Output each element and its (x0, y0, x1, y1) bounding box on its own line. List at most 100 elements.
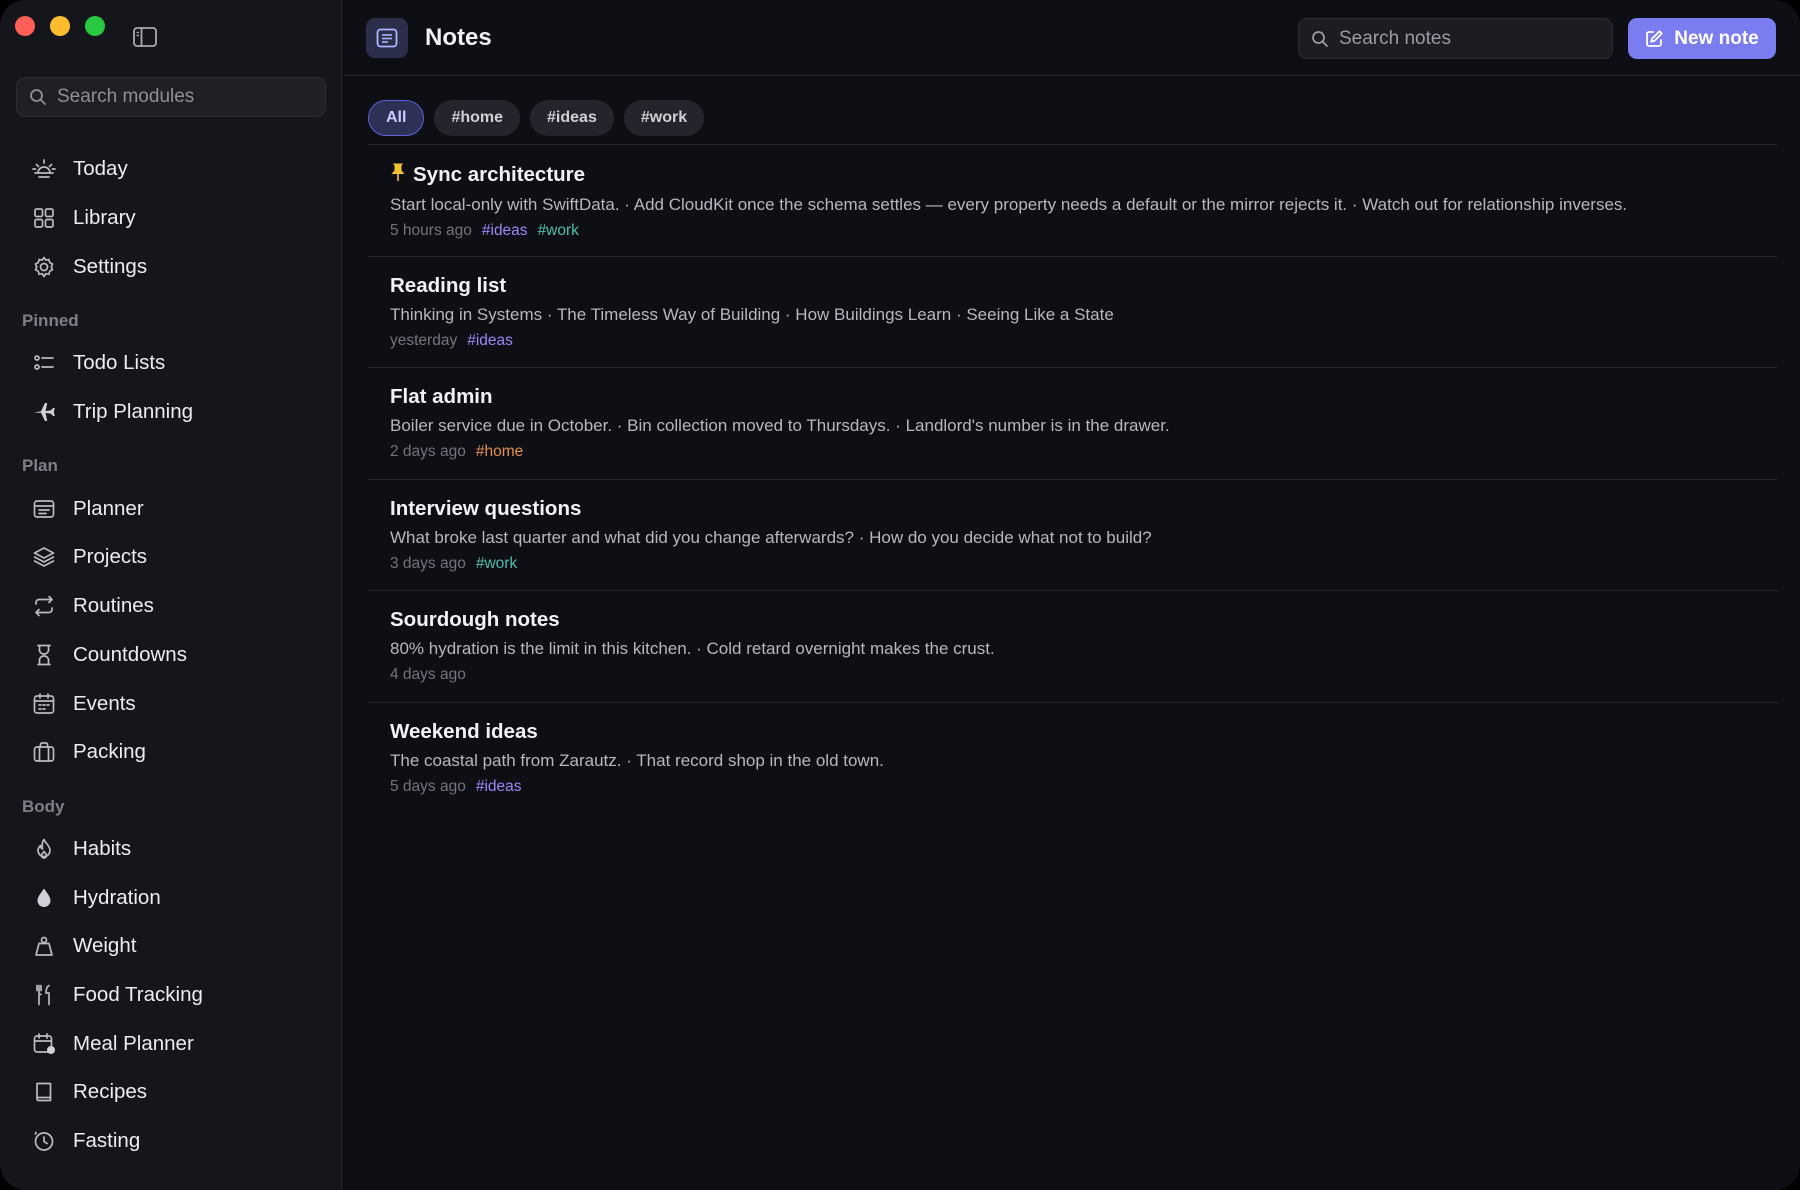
note-row[interactable]: Flat admin Boiler service due in October.… (368, 368, 1778, 480)
sidebar-item-routines[interactable]: Routines (0, 582, 341, 631)
sidebar-item-settings[interactable]: Settings (0, 242, 341, 291)
fork-knife-icon (31, 982, 57, 1008)
note-meta: yesterday #ideas (390, 332, 1778, 350)
module-search[interactable] (16, 77, 326, 117)
toolbar: Notes New note (342, 0, 1800, 76)
scale-icon (31, 933, 57, 959)
note-meta: 5 hours ago #ideas #work (390, 222, 1778, 240)
gear-icon (31, 254, 57, 280)
sidebar-item-recipes[interactable]: Recipes (0, 1068, 341, 1117)
note-timestamp: yesterday (390, 331, 458, 349)
sidebar-item-meal-planner[interactable]: Meal Planner (0, 1019, 341, 1068)
note-preview: 80% hydration is the limit in this kitch… (390, 639, 995, 658)
sidebar-item-label: Habits (73, 836, 132, 860)
sidebar-item-events[interactable]: Events (0, 679, 341, 728)
sidebar-item-projects[interactable]: Projects (0, 533, 341, 582)
new-note-button[interactable]: New note (1628, 18, 1776, 59)
sidebar-section-body: Body (22, 796, 65, 816)
note-row[interactable]: Reading list Thinking in Systems · The Ti… (368, 257, 1778, 368)
notes-search[interactable] (1298, 18, 1613, 59)
sidebar-item-planner[interactable]: Planner (0, 484, 341, 533)
note-title: Interview questions (390, 496, 582, 520)
note-title: Sourdough notes (390, 608, 560, 631)
calendar-icon (31, 691, 57, 717)
note-preview: The coastal path from Zarautz. · That re… (390, 750, 884, 770)
note-tag[interactable]: #home (476, 443, 523, 461)
compose-icon (1646, 30, 1663, 47)
sidebar-item-label: Routines (73, 594, 154, 618)
note-preview: What broke last quarter and what did you… (390, 527, 1152, 547)
note-tag[interactable]: #work (538, 222, 579, 240)
checklist-icon (31, 350, 57, 376)
grid-icon (31, 205, 57, 231)
meal-calendar-icon (31, 1031, 57, 1057)
note-meta: 4 days ago (390, 666, 1778, 684)
sidebar-item-label: Settings (73, 254, 148, 278)
filter-chip-all[interactable]: All (368, 100, 425, 136)
sidebar-item-fasting[interactable]: Fasting (0, 1117, 341, 1166)
sidebar-item-label: Hydration (73, 885, 161, 909)
sidebar-toggle-icon[interactable] (133, 27, 157, 47)
note-timestamp: 5 days ago (390, 777, 466, 795)
sidebar-section-pinned: Pinned (22, 311, 79, 331)
note-preview: Thinking in Systems · The Timeless Way o… (390, 304, 1114, 324)
window-controls (15, 16, 105, 36)
note-title: Sync architecture (390, 162, 1778, 188)
note-meta: 5 days ago #ideas (390, 778, 1778, 796)
sidebar-item-habits[interactable]: Habits (0, 825, 341, 874)
timer-icon (31, 1128, 57, 1154)
notes-list: Sync architecture Start local-only with S… (368, 144, 1778, 814)
note-row[interactable]: Weekend ideas The coastal path from Zarau… (368, 703, 1778, 815)
note-row[interactable]: Sourdough notes 80% hydration is the limi… (368, 591, 1778, 703)
note-row[interactable]: Sync architecture Start local-only with S… (368, 145, 1778, 257)
sidebar-item-hydration[interactable]: Hydration (0, 873, 341, 922)
note-meta: 2 days ago #home (390, 443, 1778, 461)
sidebar-item-packing[interactable]: Packing (0, 728, 341, 777)
sunrise-icon (31, 156, 57, 182)
notes-main: Notes New note All#home#ideas#work Sync … (342, 0, 1800, 1190)
suitcase-icon (31, 739, 57, 765)
sidebar-item-todo-lists[interactable]: Todo Lists (0, 339, 341, 388)
book-icon (31, 1079, 57, 1105)
drop-icon (31, 885, 57, 911)
sidebar-item-label: Trip Planning (73, 400, 194, 424)
new-note-label: New note (1674, 27, 1759, 49)
filter-chip-ideas[interactable]: #ideas (530, 100, 614, 136)
zoom-window-button[interactable] (85, 16, 105, 36)
search-icon (1312, 30, 1328, 47)
sidebar-item-label: Food Tracking (73, 982, 203, 1006)
note-tag[interactable]: #ideas (482, 222, 528, 240)
note-tag[interactable]: #ideas (467, 332, 513, 350)
note-preview: Boiler service due in October. · Bin col… (390, 416, 1170, 435)
tag-filter-bar: All #home #ideas #work (368, 100, 705, 136)
sidebar-item-label: Fasting (73, 1129, 141, 1153)
filter-chip-work[interactable]: #work (623, 100, 705, 136)
close-window-button[interactable] (15, 16, 35, 36)
sidebar-item-label: Countdowns (73, 642, 187, 666)
note-title: Reading list (390, 273, 507, 297)
minimize-window-button[interactable] (50, 16, 70, 36)
page-title: Notes (425, 24, 492, 51)
sidebar-item-label: Weight (73, 934, 137, 958)
sidebar-item-weight[interactable]: Weight (0, 922, 341, 971)
note-tag[interactable]: #work (476, 555, 517, 573)
note-tag[interactable]: #ideas (476, 778, 522, 796)
note-timestamp: 5 hours ago (390, 222, 472, 239)
filter-chip-home[interactable]: #home (434, 100, 521, 136)
sidebar-item-label: Planner (73, 496, 144, 520)
note-timestamp: 4 days ago (390, 666, 466, 683)
sidebar-item-trip-planning[interactable]: Trip Planning (0, 388, 341, 437)
sidebar-item-countdowns[interactable]: Countdowns (0, 631, 341, 680)
layers-icon (31, 544, 57, 570)
module-search-input[interactable] (57, 86, 307, 108)
sidebar-item-library[interactable]: Library (0, 194, 341, 243)
flame-icon (31, 836, 57, 862)
sidebar-item-label: Events (73, 691, 136, 715)
airplane-icon (31, 399, 57, 425)
pin-icon (390, 162, 406, 188)
sidebar-item-food-tracking[interactable]: Food Tracking (0, 971, 341, 1020)
notes-search-input[interactable] (1339, 27, 1599, 50)
note-row[interactable]: Interview questions What broke last quart… (368, 480, 1778, 591)
sidebar-item-today[interactable]: Today (0, 145, 341, 194)
note-timestamp: 2 days ago (390, 443, 466, 460)
